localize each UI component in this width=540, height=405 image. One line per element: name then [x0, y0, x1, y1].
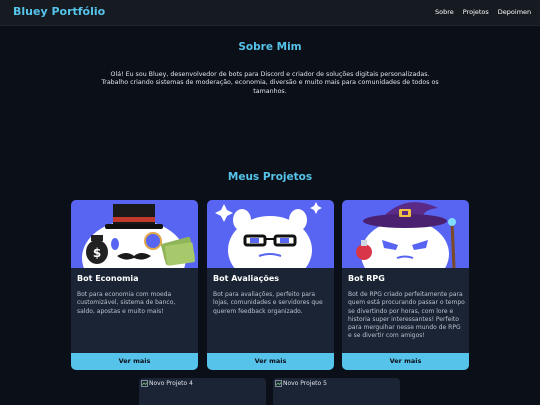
broken-image: Novo Projeto 4 [141, 380, 193, 387]
project-card-avaliacoes: Bot Avaliações Bot para avaliações, perf… [207, 200, 334, 370]
navbar: Bluey Portfólio Sobre Projetos Depoimen [0, 0, 540, 26]
ver-mais-button[interactable]: Ver mais [342, 353, 469, 370]
broken-image-icon [141, 380, 148, 387]
project-card-economia: $ Bot Economia Bot para economia com moe… [71, 200, 198, 370]
projects-title: Meus Projetos [227, 171, 313, 183]
nav-links: Sobre Projetos Depoimen [435, 8, 531, 16]
project-image-rpg [342, 200, 469, 268]
discord-rpg-bot-icon [356, 202, 456, 268]
project-card-rpg: Bot RPG Bot de RPG criado perfeitamente … [342, 200, 469, 370]
brand-logo[interactable]: Bluey Portfólio [13, 5, 105, 18]
project-title: Bot RPG [348, 274, 385, 283]
ver-mais-button[interactable]: Ver mais [71, 353, 198, 370]
ver-mais-button[interactable]: Ver mais [207, 353, 334, 370]
nav-link-sobre[interactable]: Sobre [435, 8, 454, 16]
discord-economy-bot-icon: $ [82, 204, 195, 268]
project-image-economia: $ [71, 200, 198, 268]
broken-image-icon [275, 380, 282, 387]
image-alt-text: Novo Projeto 4 [149, 380, 193, 387]
nav-link-projetos[interactable]: Projetos [463, 8, 489, 16]
project-card-novo-5: Novo Projeto 5 [273, 378, 400, 405]
project-card-novo-4: Novo Projeto 4 [139, 378, 266, 405]
about-title: Sobre Mim [238, 41, 302, 53]
image-alt-text: Novo Projeto 5 [283, 380, 327, 387]
project-title: Bot Avaliações [213, 274, 280, 283]
discord-reviews-bot-icon [215, 202, 322, 268]
project-description: Bot para economia com moeda customizável… [77, 291, 176, 315]
project-description: Bot de RPG criado perfeitamente para que… [348, 291, 465, 340]
project-description: Bot para avaliações, perfeito para lojas… [213, 291, 323, 315]
project-image-avaliacoes [207, 200, 334, 268]
broken-image: Novo Projeto 5 [275, 380, 327, 387]
nav-link-depoimentos[interactable]: Depoimen [498, 8, 531, 16]
svg-text:$: $ [93, 246, 101, 260]
project-title: Bot Economia [77, 274, 139, 283]
about-text: Olá! Eu sou Bluey, desenvolvedor de bots… [101, 71, 439, 95]
